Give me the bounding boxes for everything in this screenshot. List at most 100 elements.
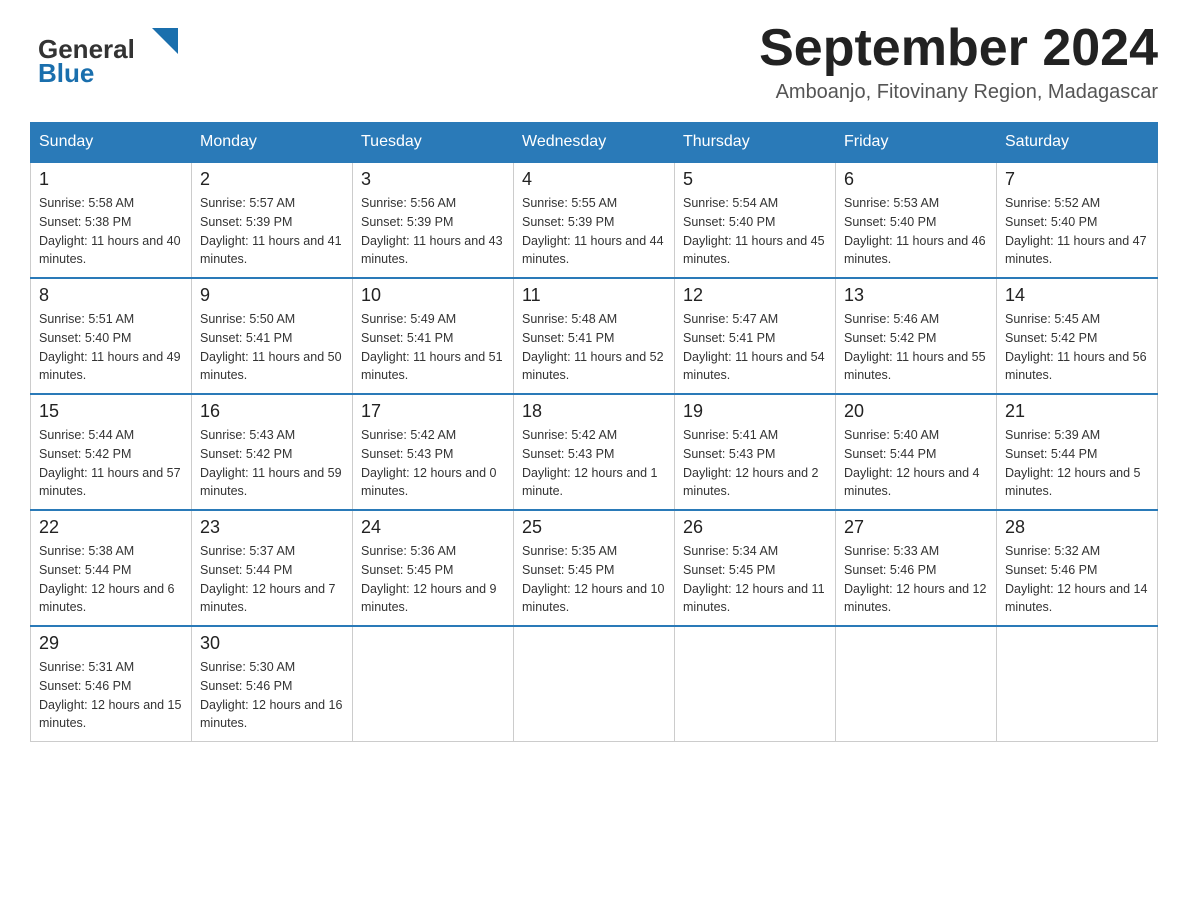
day-number: 27 [844,517,988,538]
day-info: Sunrise: 5:48 AMSunset: 5:41 PMDaylight:… [522,310,666,385]
logo: General Blue [30,20,190,95]
calendar-cell: 5 Sunrise: 5:54 AMSunset: 5:40 PMDaylight… [675,162,836,278]
day-info: Sunrise: 5:53 AMSunset: 5:40 PMDaylight:… [844,194,988,269]
calendar-cell: 18 Sunrise: 5:42 AMSunset: 5:43 PMDayligh… [514,394,675,510]
day-info: Sunrise: 5:50 AMSunset: 5:41 PMDaylight:… [200,310,344,385]
day-number: 14 [1005,285,1149,306]
logo-area: General Blue [30,20,190,95]
day-info: Sunrise: 5:32 AMSunset: 5:46 PMDaylight:… [1005,542,1149,617]
day-info: Sunrise: 5:58 AMSunset: 5:38 PMDaylight:… [39,194,183,269]
column-header-wednesday: Wednesday [514,123,675,163]
day-number: 13 [844,285,988,306]
day-number: 20 [844,401,988,422]
day-info: Sunrise: 5:40 AMSunset: 5:44 PMDaylight:… [844,426,988,501]
calendar-cell: 2 Sunrise: 5:57 AMSunset: 5:39 PMDaylight… [192,162,353,278]
calendar-cell: 13 Sunrise: 5:46 AMSunset: 5:42 PMDayligh… [836,278,997,394]
day-info: Sunrise: 5:34 AMSunset: 5:45 PMDaylight:… [683,542,827,617]
calendar-cell: 25 Sunrise: 5:35 AMSunset: 5:45 PMDayligh… [514,510,675,626]
day-number: 24 [361,517,505,538]
calendar-cell: 19 Sunrise: 5:41 AMSunset: 5:43 PMDayligh… [675,394,836,510]
day-number: 23 [200,517,344,538]
calendar-cell: 24 Sunrise: 5:36 AMSunset: 5:45 PMDayligh… [353,510,514,626]
day-info: Sunrise: 5:55 AMSunset: 5:39 PMDaylight:… [522,194,666,269]
day-info: Sunrise: 5:31 AMSunset: 5:46 PMDaylight:… [39,658,183,733]
calendar-cell [836,626,997,742]
calendar-cell: 23 Sunrise: 5:37 AMSunset: 5:44 PMDayligh… [192,510,353,626]
day-info: Sunrise: 5:37 AMSunset: 5:44 PMDaylight:… [200,542,344,617]
calendar-cell [997,626,1158,742]
calendar-cell: 17 Sunrise: 5:42 AMSunset: 5:43 PMDayligh… [353,394,514,510]
day-info: Sunrise: 5:46 AMSunset: 5:42 PMDaylight:… [844,310,988,385]
calendar-cell [514,626,675,742]
calendar-cell: 20 Sunrise: 5:40 AMSunset: 5:44 PMDayligh… [836,394,997,510]
day-info: Sunrise: 5:42 AMSunset: 5:43 PMDaylight:… [361,426,505,501]
day-info: Sunrise: 5:52 AMSunset: 5:40 PMDaylight:… [1005,194,1149,269]
column-header-sunday: Sunday [31,123,192,163]
day-info: Sunrise: 5:43 AMSunset: 5:42 PMDaylight:… [200,426,344,501]
day-number: 25 [522,517,666,538]
day-info: Sunrise: 5:30 AMSunset: 5:46 PMDaylight:… [200,658,344,733]
column-header-friday: Friday [836,123,997,163]
calendar-week-row: 29Sunrise: 5:31 AMSunset: 5:46 PMDayligh… [31,626,1158,742]
calendar-cell: 22 Sunrise: 5:38 AMSunset: 5:44 PMDayligh… [31,510,192,626]
day-info: Sunrise: 5:41 AMSunset: 5:43 PMDaylight:… [683,426,827,501]
calendar-cell: 11Sunrise: 5:48 AMSunset: 5:41 PMDayligh… [514,278,675,394]
calendar-week-row: 1 Sunrise: 5:58 AMSunset: 5:38 PMDaylight… [31,162,1158,278]
column-header-thursday: Thursday [675,123,836,163]
day-number: 21 [1005,401,1149,422]
day-info: Sunrise: 5:36 AMSunset: 5:45 PMDaylight:… [361,542,505,617]
day-info: Sunrise: 5:57 AMSunset: 5:39 PMDaylight:… [200,194,344,269]
day-number: 10 [361,285,505,306]
day-info: Sunrise: 5:35 AMSunset: 5:45 PMDaylight:… [522,542,666,617]
calendar-cell: 14 Sunrise: 5:45 AMSunset: 5:42 PMDayligh… [997,278,1158,394]
calendar-cell: 8 Sunrise: 5:51 AMSunset: 5:40 PMDaylight… [31,278,192,394]
day-info: Sunrise: 5:44 AMSunset: 5:42 PMDaylight:… [39,426,183,501]
calendar-table: SundayMondayTuesdayWednesdayThursdayFrid… [30,122,1158,742]
location-subtitle: Amboanjo, Fitovinany Region, Madagascar [759,81,1158,104]
day-number: 16 [200,401,344,422]
month-title: September 2024 [759,20,1158,77]
column-header-saturday: Saturday [997,123,1158,163]
day-info: Sunrise: 5:51 AMSunset: 5:40 PMDaylight:… [39,310,183,385]
title-area: September 2024 Amboanjo, Fitovinany Regi… [759,20,1158,104]
calendar-cell: 12Sunrise: 5:47 AMSunset: 5:41 PMDayligh… [675,278,836,394]
day-info: Sunrise: 5:38 AMSunset: 5:44 PMDaylight:… [39,542,183,617]
day-number: 1 [39,169,183,190]
calendar-cell: 29Sunrise: 5:31 AMSunset: 5:46 PMDayligh… [31,626,192,742]
calendar-cell: 9Sunrise: 5:50 AMSunset: 5:41 PMDaylight… [192,278,353,394]
day-info: Sunrise: 5:54 AMSunset: 5:40 PMDaylight:… [683,194,827,269]
calendar-cell: 10 Sunrise: 5:49 AMSunset: 5:41 PMDayligh… [353,278,514,394]
calendar-cell: 15 Sunrise: 5:44 AMSunset: 5:42 PMDayligh… [31,394,192,510]
calendar-cell: 3Sunrise: 5:56 AMSunset: 5:39 PMDaylight… [353,162,514,278]
calendar-cell: 16 Sunrise: 5:43 AMSunset: 5:42 PMDayligh… [192,394,353,510]
calendar-cell: 26Sunrise: 5:34 AMSunset: 5:45 PMDayligh… [675,510,836,626]
day-number: 19 [683,401,827,422]
day-number: 18 [522,401,666,422]
calendar-header-row: SundayMondayTuesdayWednesdayThursdayFrid… [31,123,1158,163]
day-info: Sunrise: 5:45 AMSunset: 5:42 PMDaylight:… [1005,310,1149,385]
day-number: 2 [200,169,344,190]
day-number: 8 [39,285,183,306]
calendar-cell: 21Sunrise: 5:39 AMSunset: 5:44 PMDayligh… [997,394,1158,510]
day-number: 30 [200,633,344,654]
day-number: 5 [683,169,827,190]
calendar-cell [353,626,514,742]
day-number: 15 [39,401,183,422]
column-header-monday: Monday [192,123,353,163]
day-number: 4 [522,169,666,190]
day-number: 22 [39,517,183,538]
calendar-cell: 7 Sunrise: 5:52 AMSunset: 5:40 PMDaylight… [997,162,1158,278]
day-info: Sunrise: 5:42 AMSunset: 5:43 PMDaylight:… [522,426,666,501]
column-header-tuesday: Tuesday [353,123,514,163]
day-number: 28 [1005,517,1149,538]
page-header: General Blue September 2024 Amboanjo, Fi… [30,20,1158,104]
day-number: 6 [844,169,988,190]
day-number: 12 [683,285,827,306]
calendar-cell [675,626,836,742]
day-number: 7 [1005,169,1149,190]
calendar-week-row: 8 Sunrise: 5:51 AMSunset: 5:40 PMDaylight… [31,278,1158,394]
calendar-week-row: 22 Sunrise: 5:38 AMSunset: 5:44 PMDayligh… [31,510,1158,626]
day-info: Sunrise: 5:49 AMSunset: 5:41 PMDaylight:… [361,310,505,385]
calendar-cell: 27Sunrise: 5:33 AMSunset: 5:46 PMDayligh… [836,510,997,626]
day-number: 17 [361,401,505,422]
